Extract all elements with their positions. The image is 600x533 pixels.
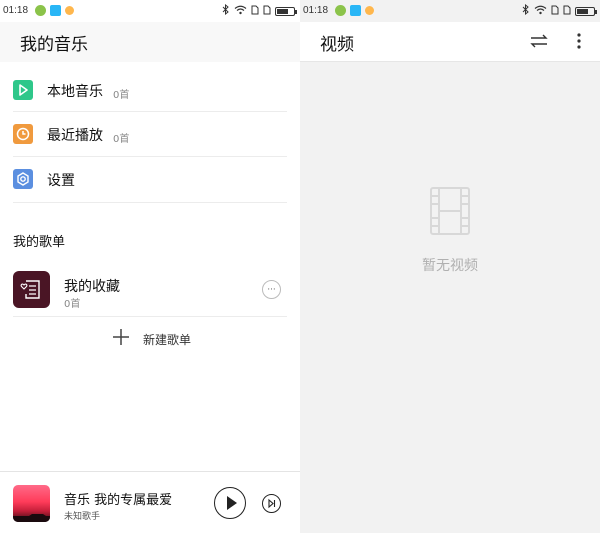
sort-icon[interactable] [530, 33, 548, 53]
recent-play-label: 最近播放 [47, 128, 103, 144]
app-notification-icon [365, 6, 374, 15]
next-button[interactable] [262, 494, 281, 513]
playlist-count: 0首 [64, 299, 81, 310]
more-options-button[interactable]: ··· [262, 280, 281, 299]
plus-icon [112, 328, 130, 350]
new-playlist-label: 新建歌单 [143, 333, 192, 347]
notification-icon [35, 5, 46, 16]
settings-icon [13, 169, 33, 189]
album-art [13, 485, 50, 522]
status-time: 01:18 [303, 5, 329, 16]
heart-list-icon [13, 271, 50, 308]
bluetooth-icon [222, 3, 230, 18]
settings-item[interactable]: 设置 [0, 157, 300, 203]
sim-icon [263, 5, 271, 18]
recent-play-item[interactable]: 最近播放 0首 [0, 112, 300, 158]
divider [13, 316, 287, 317]
battery-icon [575, 6, 597, 16]
status-icons [522, 3, 597, 18]
play-button[interactable] [214, 487, 246, 519]
settings-label: 设置 [47, 173, 75, 189]
wifi-icon [534, 5, 547, 18]
local-music-label: 本地音乐 [47, 84, 103, 100]
song-title: 音乐 我的专属最爱 [64, 493, 173, 508]
wifi-icon [234, 5, 247, 18]
film-icon [430, 187, 470, 239]
music-panel: 01:18 我的音乐 本地音乐 0首 最近播放 0首 设置 我的歌单 我的收藏 … [0, 0, 300, 533]
mini-player[interactable]: 音乐 我的专属最爱 未知歌手 [0, 471, 300, 533]
status-time: 01:18 [3, 5, 29, 16]
status-bar: 01:18 [0, 0, 300, 22]
play-icon [13, 80, 33, 100]
app-notification-icon [50, 5, 61, 16]
playlist-favorites[interactable]: 我的收藏 0首 ··· [0, 268, 300, 316]
app-notification-icon [65, 6, 74, 15]
notification-icon [335, 5, 346, 16]
empty-text: 暂无视频 [422, 258, 478, 274]
sim-icon [563, 5, 571, 18]
divider [13, 202, 287, 203]
video-panel: 01:18 视频 暂无视频 [300, 0, 600, 533]
sim-icon [251, 5, 259, 18]
playlists-title: 我的歌单 [13, 235, 66, 250]
app-notification-icon [350, 5, 361, 16]
clock-icon [13, 124, 33, 144]
sim-icon [551, 5, 559, 18]
battery-icon [275, 6, 297, 16]
recent-play-count: 0首 [113, 134, 130, 145]
battery-level [277, 8, 289, 14]
right-header: 视频 [300, 22, 600, 62]
battery-level [577, 8, 589, 14]
local-music-item[interactable]: 本地音乐 0首 [0, 68, 300, 114]
playlist-name: 我的收藏 [64, 279, 120, 295]
page-title: 我的音乐 [20, 35, 88, 55]
status-icons [222, 3, 297, 18]
more-menu-icon[interactable] [576, 32, 582, 54]
song-artist: 未知歌手 [64, 512, 101, 522]
local-music-count: 0首 [113, 90, 130, 101]
status-bar: 01:18 [300, 0, 600, 22]
bluetooth-icon [522, 3, 530, 18]
left-header: 我的音乐 [0, 22, 300, 62]
page-title: 视频 [320, 35, 354, 55]
